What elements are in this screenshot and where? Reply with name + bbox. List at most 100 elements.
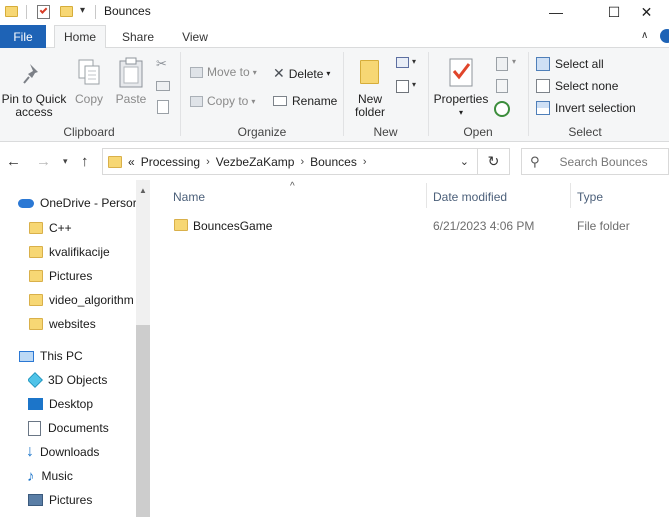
select-all-button[interactable]: Select all: [536, 57, 604, 71]
copy-icon: [77, 58, 103, 91]
pin-icon: [22, 62, 44, 89]
nav-label: C++: [49, 221, 72, 235]
customize-quick-access-icon[interactable]: ▾: [80, 5, 85, 16]
nav-item-this-pc[interactable]: This PC: [19, 344, 155, 368]
pin-to-quick-access-button[interactable]: Pin to Quick access: [0, 93, 68, 119]
paste-button[interactable]: Paste: [113, 93, 149, 106]
copy-to-label: Copy to: [207, 94, 249, 108]
rename-label: Rename: [292, 94, 338, 108]
breadcrumb-bounces[interactable]: Bounces: [310, 155, 357, 169]
open-icon[interactable]: [496, 57, 508, 71]
delete-x-icon: ✕: [273, 65, 285, 81]
close-button[interactable]: ✕: [624, 0, 669, 24]
address-bar[interactable]: « Processing › VezbeZaKamp › Bounces › ⌄: [102, 148, 478, 175]
folder-icon: [29, 222, 43, 234]
tab-file[interactable]: File: [0, 25, 46, 48]
ribbon-home: Pin to Quick access Copy Paste ✂ Clipboa…: [0, 48, 669, 142]
group-separator: [180, 52, 181, 136]
select-all-icon: [536, 57, 550, 71]
copy-to-button[interactable]: Copy to ▾: [190, 94, 255, 108]
tab-home[interactable]: Home: [54, 25, 106, 49]
edit-icon[interactable]: [496, 79, 508, 93]
breadcrumb-chevron-icon[interactable]: ›: [206, 156, 210, 168]
dropdown-arrow-icon: ▾: [412, 57, 417, 66]
nav-label: Documents: [48, 421, 109, 435]
column-divider[interactable]: [426, 183, 427, 208]
select-none-button[interactable]: Select none: [536, 79, 618, 93]
new-folder-button[interactable]: New folder: [350, 93, 390, 119]
nav-label-onedrive: OneDrive - Persor: [40, 196, 137, 210]
address-history-chevron-icon[interactable]: ⌄: [460, 155, 469, 168]
column-header-type[interactable]: Type: [577, 190, 603, 204]
breadcrumb-processing[interactable]: Processing: [141, 155, 200, 169]
delete-button[interactable]: ✕ Delete ▾: [273, 65, 330, 82]
rename-button[interactable]: Rename: [273, 94, 337, 108]
breadcrumb-overflow[interactable]: «: [128, 155, 135, 169]
recent-locations-chevron-icon[interactable]: ▾: [63, 156, 68, 167]
nav-label: Downloads: [40, 445, 100, 459]
properties-label: Properties: [433, 92, 489, 106]
new-item-icon[interactable]: [396, 57, 409, 68]
scroll-up-arrow-icon[interactable]: ▲: [139, 186, 147, 195]
folder-icon: [108, 155, 122, 168]
nav-item-onedrive[interactable]: OneDrive - Persor: [18, 191, 154, 215]
paste-icon: [118, 57, 144, 92]
refresh-button[interactable]: ↻: [478, 148, 510, 175]
nav-label: kvalifikacije: [49, 245, 110, 259]
help-icon[interactable]: [660, 29, 669, 43]
new-folder-line2: folder: [354, 105, 386, 119]
breadcrumb-vezbezakamp[interactable]: VezbeZaKamp: [216, 155, 295, 169]
nav-pane-scroll-thumb[interactable]: [136, 325, 150, 517]
up-arrow-icon[interactable]: ↑: [81, 153, 89, 170]
minimize-button[interactable]: —: [533, 0, 579, 24]
search-input[interactable]: Search Bounces: [560, 155, 648, 169]
back-arrow-icon[interactable]: ←: [6, 153, 21, 170]
properties-check-icon[interactable]: [37, 5, 50, 19]
invert-selection-button[interactable]: Invert selection: [536, 101, 636, 115]
breadcrumb-chevron-icon[interactable]: ›: [300, 156, 304, 168]
file-name: BouncesGame: [193, 219, 273, 233]
desktop-icon: [28, 398, 43, 410]
search-box[interactable]: ⚲ Search Bounces: [521, 148, 669, 175]
nav-label: 3D Objects: [48, 373, 108, 387]
copy-button[interactable]: Copy: [71, 93, 107, 106]
column-header-name[interactable]: Name: [173, 190, 205, 204]
copy-path-icon[interactable]: [156, 81, 170, 91]
properties-button[interactable]: Properties ▾: [430, 93, 492, 119]
easy-access-icon[interactable]: [396, 80, 409, 93]
dropdown-arrow-icon: ▾: [251, 96, 256, 106]
tab-view[interactable]: View: [172, 25, 218, 48]
move-to-button[interactable]: Move to ▾: [190, 65, 257, 79]
nav-item-video-algorithm[interactable]: video_algorithm: [29, 288, 136, 312]
pictures-icon: [28, 494, 43, 506]
pin-label-line2: access: [15, 105, 53, 119]
column-divider[interactable]: [570, 183, 571, 208]
cut-icon[interactable]: ✂: [156, 56, 167, 72]
search-icon: ⚲: [530, 153, 540, 169]
computer-icon: [19, 350, 34, 362]
select-none-icon: [536, 79, 550, 93]
history-icon[interactable]: [494, 101, 510, 117]
column-header-date-modified[interactable]: Date modified: [433, 190, 507, 204]
breadcrumb-chevron-icon[interactable]: ›: [363, 156, 367, 168]
new-group-label: New: [373, 125, 398, 139]
dropdown-arrow-icon: ▾: [326, 69, 331, 78]
dropdown-arrow-icon: ▾: [412, 80, 417, 89]
group-separator: [428, 52, 429, 136]
properties-icon: [449, 58, 473, 91]
dropdown-arrow-icon: ▾: [458, 108, 463, 117]
new-folder-quick-icon[interactable]: [60, 6, 73, 17]
documents-icon: [28, 420, 41, 436]
copy-to-icon: [190, 95, 203, 107]
folder-icon: [29, 294, 43, 306]
paste-shortcut-icon[interactable]: [157, 100, 169, 114]
group-separator: [528, 52, 529, 136]
forward-arrow-icon[interactable]: →: [36, 153, 51, 170]
move-to-icon: [190, 66, 203, 78]
folder-icon: [174, 219, 188, 231]
file-row[interactable]: BouncesGame 6/21/2023 4:06 PM File folde…: [168, 214, 669, 236]
tab-share[interactable]: Share: [114, 25, 162, 48]
collapse-ribbon-icon[interactable]: ∧: [641, 30, 648, 41]
dropdown-arrow-icon: ▾: [252, 67, 257, 77]
nav-label: Music: [41, 469, 73, 483]
